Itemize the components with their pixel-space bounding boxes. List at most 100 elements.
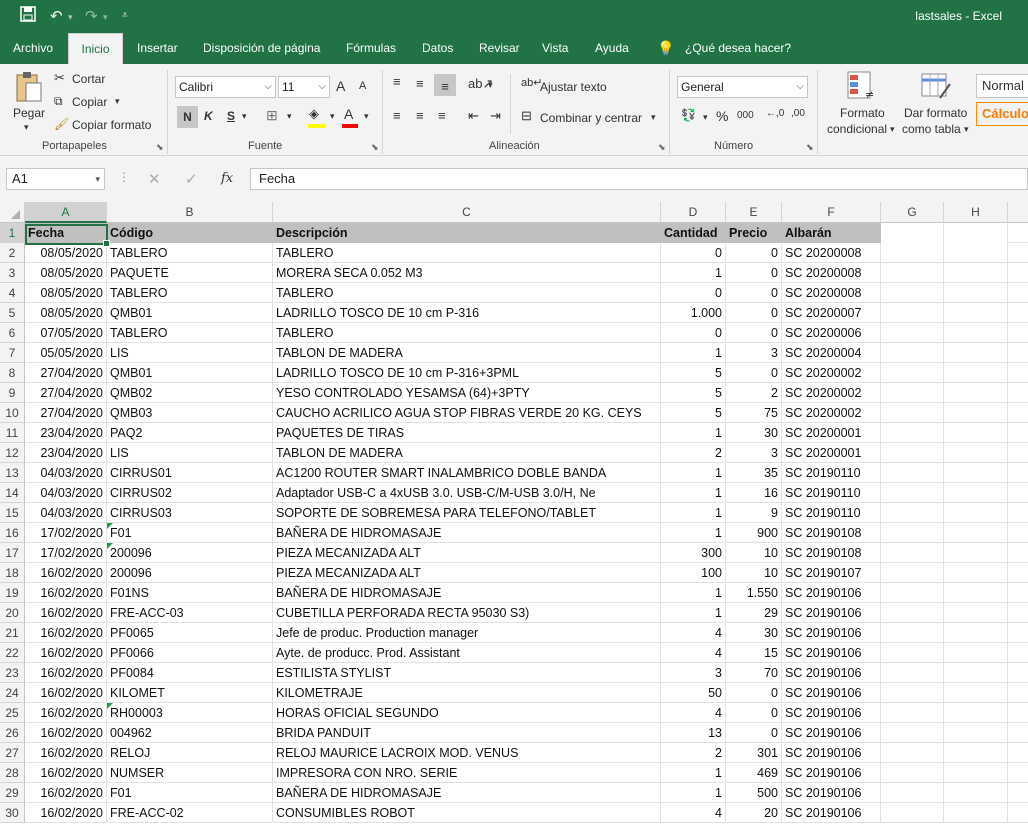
header-cell[interactable]: Código: [107, 223, 273, 243]
cell-albaran[interactable]: SC 20200001: [782, 423, 881, 443]
format-table-label2[interactable]: como tabla: [902, 122, 961, 136]
paste-button[interactable]: Pegar: [13, 106, 45, 120]
empty-cell[interactable]: [944, 783, 1008, 803]
cell-codigo[interactable]: QMB01: [107, 363, 273, 383]
row-header[interactable]: 28: [0, 763, 25, 783]
cell-descripcion[interactable]: TABLERO: [273, 323, 661, 343]
cell-codigo[interactable]: 004962: [107, 723, 273, 743]
cell-albaran[interactable]: SC 20200001: [782, 443, 881, 463]
row-header[interactable]: 21: [0, 623, 25, 643]
cell-cantidad[interactable]: 300: [661, 543, 726, 563]
cell-cantidad[interactable]: 1.000: [661, 303, 726, 323]
row-header[interactable]: 15: [0, 503, 25, 523]
cell-albaran[interactable]: SC 20190107: [782, 563, 881, 583]
cell-albaran[interactable]: SC 20190106: [782, 663, 881, 683]
cell-descripcion[interactable]: CONSUMIBLES ROBOT: [273, 803, 661, 823]
cell-fecha[interactable]: 16/02/2020: [25, 663, 107, 683]
format-table-dropdown-icon[interactable]: ▾: [964, 124, 969, 135]
empty-cell[interactable]: [881, 363, 944, 383]
cell-precio[interactable]: 35: [726, 463, 782, 483]
cell-descripcion[interactable]: TABLON DE MADERA: [273, 343, 661, 363]
empty-cell[interactable]: [881, 643, 944, 663]
row-header[interactable]: 19: [0, 583, 25, 603]
shrink-font-button[interactable]: A: [359, 80, 366, 92]
cell-cantidad[interactable]: 3: [661, 663, 726, 683]
align-right-icon[interactable]: ≡: [438, 108, 446, 123]
empty-cell[interactable]: [944, 223, 1008, 243]
save-icon[interactable]: [20, 6, 36, 26]
empty-cell[interactable]: [944, 443, 1008, 463]
tab-disposicion[interactable]: Disposición de página: [203, 33, 320, 64]
cell-fecha[interactable]: 16/02/2020: [25, 803, 107, 823]
cell-albaran[interactable]: SC 20200002: [782, 363, 881, 383]
fill-dropdown-icon[interactable]: ▾: [330, 111, 335, 122]
align-left-icon[interactable]: ≡: [393, 108, 401, 123]
currency-dropdown-icon[interactable]: ▾: [703, 112, 708, 123]
cell-albaran[interactable]: SC 20200008: [782, 283, 881, 303]
conditional-format-label[interactable]: Formato: [840, 106, 885, 120]
cell-fecha[interactable]: 27/04/2020: [25, 363, 107, 383]
cell-codigo[interactable]: PF0065: [107, 623, 273, 643]
cell-codigo[interactable]: QMB01: [107, 303, 273, 323]
empty-cell[interactable]: [881, 483, 944, 503]
cell-codigo[interactable]: TABLERO: [107, 243, 273, 263]
cell-precio[interactable]: 29: [726, 603, 782, 623]
empty-cell[interactable]: [944, 763, 1008, 783]
empty-cell[interactable]: [944, 603, 1008, 623]
empty-cell[interactable]: [881, 703, 944, 723]
cell-precio[interactable]: 10: [726, 543, 782, 563]
cell-descripcion[interactable]: AC1200 ROUTER SMART INALAMBRICO DOBLE BA…: [273, 463, 661, 483]
cell-cantidad[interactable]: 1: [661, 343, 726, 363]
cell-descripcion[interactable]: Jefe de produc. Production manager: [273, 623, 661, 643]
cell-descripcion[interactable]: TABLERO: [273, 243, 661, 263]
empty-cell[interactable]: [944, 483, 1008, 503]
thousands-button[interactable]: 000: [737, 110, 754, 121]
cell-codigo[interactable]: NUMSER: [107, 763, 273, 783]
cell-codigo[interactable]: RELOJ: [107, 743, 273, 763]
empty-cell[interactable]: [944, 663, 1008, 683]
underline-dropdown-icon[interactable]: ▾: [242, 111, 247, 122]
tab-datos[interactable]: Datos: [422, 33, 453, 64]
empty-cell[interactable]: [881, 563, 944, 583]
customize-toolbar-icon[interactable]: ⩡: [122, 10, 128, 21]
cell-precio[interactable]: 0: [726, 363, 782, 383]
column-header-b[interactable]: B: [107, 202, 273, 223]
row-header[interactable]: 2: [0, 243, 25, 263]
cell-codigo[interactable]: PF0066: [107, 643, 273, 663]
cell-albaran[interactable]: SC 20190110: [782, 483, 881, 503]
cell-fecha[interactable]: 16/02/2020: [25, 763, 107, 783]
merge-dropdown-icon[interactable]: ▾: [651, 112, 656, 123]
formula-input[interactable]: Fecha: [250, 168, 1028, 190]
column-header-h[interactable]: H: [944, 202, 1008, 223]
align-top-icon[interactable]: ≡: [393, 74, 401, 89]
empty-cell[interactable]: [944, 623, 1008, 643]
row-header[interactable]: 9: [0, 383, 25, 403]
align-middle-icon[interactable]: ≡: [416, 76, 424, 91]
format-painter-button[interactable]: Copiar formato: [72, 118, 151, 132]
cell-albaran[interactable]: SC 20190106: [782, 723, 881, 743]
row-header[interactable]: 27: [0, 743, 25, 763]
tab-revisar[interactable]: Revisar: [479, 33, 520, 64]
cell-cantidad[interactable]: 1: [661, 763, 726, 783]
row-header[interactable]: 13: [0, 463, 25, 483]
format-table-label[interactable]: Dar formato: [904, 106, 967, 120]
empty-cell[interactable]: [944, 343, 1008, 363]
cell-albaran[interactable]: SC 20200008: [782, 243, 881, 263]
decrease-decimal-button[interactable]: ,00: [791, 108, 805, 119]
cell-precio[interactable]: 30: [726, 423, 782, 443]
cell-cantidad[interactable]: 0: [661, 323, 726, 343]
cell-precio[interactable]: 0: [726, 323, 782, 343]
empty-cell[interactable]: [944, 403, 1008, 423]
empty-cell[interactable]: [944, 543, 1008, 563]
empty-cell[interactable]: [881, 423, 944, 443]
currency-icon[interactable]: 💱: [681, 108, 696, 122]
row-header[interactable]: 23: [0, 663, 25, 683]
empty-cell[interactable]: [944, 723, 1008, 743]
empty-cell[interactable]: [881, 403, 944, 423]
empty-cell[interactable]: [881, 243, 944, 263]
insert-function-button[interactable]: fx: [221, 171, 233, 186]
cell-descripcion[interactable]: HORAS OFICIAL SEGUNDO: [273, 703, 661, 723]
empty-cell[interactable]: [944, 323, 1008, 343]
align-bottom-icon[interactable]: ≡: [434, 74, 456, 96]
cell-fecha[interactable]: 04/03/2020: [25, 463, 107, 483]
